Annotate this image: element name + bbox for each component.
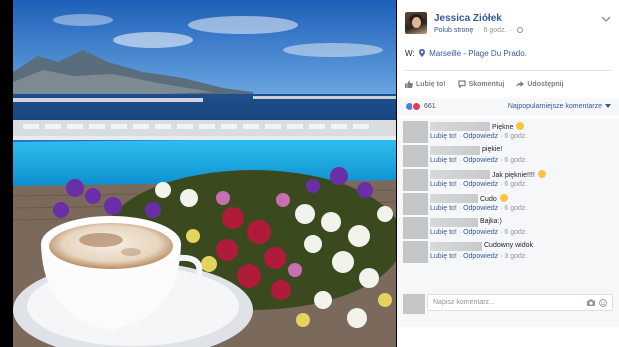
- comment-icon: [457, 80, 466, 88]
- comment-like-link[interactable]: Lubię to!: [430, 253, 457, 260]
- comment-actions: Lubię to! · Odpowiedz · 3 godz.: [430, 253, 528, 260]
- comment-like-link[interactable]: Lubię to!: [430, 229, 457, 236]
- comment-reply-link[interactable]: Odpowiedz: [463, 133, 498, 140]
- heart-eyes-emoji: [499, 194, 508, 202]
- comment-text: Bajka:): [480, 218, 502, 225]
- comment-time[interactable]: 6 godz.: [504, 133, 527, 140]
- comment-actions: Lubię to! · Odpowiedz · 6 godz.: [430, 229, 528, 236]
- author-avatar[interactable]: [405, 12, 427, 34]
- comment-text: Cudowny widok: [484, 242, 534, 249]
- comment-reply-link[interactable]: Odpowiedz: [463, 229, 498, 236]
- post-meta: Polub stronę · 6 godz. ·: [434, 27, 523, 34]
- post-actions: Lubię to! Skomentuj Udostępnij: [405, 77, 611, 91]
- comment-like-link[interactable]: Lubię to!: [430, 181, 457, 188]
- comment-text: piękie!: [482, 146, 503, 153]
- comment-like-link[interactable]: Lubię to!: [430, 157, 457, 164]
- comment-time[interactable]: 6 godz.: [504, 157, 527, 164]
- comment-text: Piękne: [492, 122, 525, 131]
- author-name[interactable]: Jessica Ziółek: [434, 13, 502, 24]
- chevron-down-icon[interactable]: [601, 15, 611, 23]
- commenter-name-redacted[interactable]: [430, 218, 478, 227]
- location-pin-icon: [418, 49, 425, 57]
- photo-marseille-pool-coffee: [13, 0, 396, 347]
- current-user-avatar: [403, 294, 425, 314]
- commenter-avatar[interactable]: [403, 145, 428, 167]
- reaction-count: 661: [424, 103, 436, 110]
- commenter-name-redacted[interactable]: [430, 194, 478, 203]
- comment-actions: Lubię to! · Odpowiedz · 6 godz.: [430, 205, 528, 212]
- comment-time[interactable]: 6 godz.: [504, 181, 527, 188]
- comment-item: Piękne Lubię to! · Odpowiedz · 6 godz.: [397, 119, 619, 143]
- commenter-avatar[interactable]: [403, 121, 428, 143]
- divider: [405, 70, 611, 71]
- comment-item: piękie! Lubię to! · Odpowiedz · 6 godz.: [397, 143, 619, 167]
- love-reaction-icon: [412, 102, 421, 111]
- wink-emoji: [537, 170, 546, 178]
- commenter-avatar[interactable]: [403, 169, 428, 191]
- comment-placeholder: Napisz komentarz...: [433, 299, 495, 306]
- comment-reply-link[interactable]: Odpowiedz: [463, 205, 498, 212]
- post-time[interactable]: 6 godz.: [484, 27, 507, 34]
- comment-actions: Lubię to! · Odpowiedz · 6 godz.: [430, 133, 528, 140]
- comment-like-link[interactable]: Lubię to!: [430, 133, 457, 140]
- comment-time[interactable]: 6 godz.: [504, 229, 527, 236]
- globe-icon: [516, 27, 523, 33]
- comment-item: Bajka:) Lubię to! · Odpowiedz · 6 godz.: [397, 215, 619, 239]
- commenter-name-redacted[interactable]: [430, 242, 482, 251]
- comment-item: Cudo Lubię to! · Odpowiedz · 6 godz.: [397, 191, 619, 215]
- commenter-name-redacted[interactable]: [430, 170, 490, 179]
- commenter-avatar[interactable]: [403, 217, 428, 239]
- smile-emoji: [516, 122, 525, 130]
- like-page-link[interactable]: Polub stronę: [434, 27, 473, 34]
- smiley-icon[interactable]: [599, 299, 607, 307]
- comment-sort-dropdown[interactable]: Najpopularniejsze komentarze: [508, 103, 611, 110]
- post-header: Jessica Ziółek Polub stronę · 6 godz. ·: [405, 12, 611, 42]
- commenter-avatar[interactable]: [403, 193, 428, 215]
- location-prefix: W:: [405, 49, 415, 58]
- commenter-name-redacted[interactable]: [430, 146, 480, 155]
- comment-item: Cudowny widok Lubię to! · Odpowiedz · 3 …: [397, 239, 619, 263]
- share-button[interactable]: Udostępnij: [516, 77, 564, 91]
- like-button[interactable]: Lubię to!: [405, 77, 446, 91]
- comment-time[interactable]: 6 godz.: [504, 205, 527, 212]
- comment-button[interactable]: Skomentuj: [457, 77, 504, 91]
- post-photo[interactable]: [13, 0, 396, 347]
- comment-time[interactable]: 3 godz.: [504, 253, 527, 260]
- comment-reply-link[interactable]: Odpowiedz: [463, 181, 498, 188]
- comment-actions: Lubię to! · Odpowiedz · 6 godz.: [430, 181, 528, 188]
- location-link[interactable]: Marseille - Plage Du Prado.: [429, 49, 527, 58]
- comment-reply-link[interactable]: Odpowiedz: [463, 253, 498, 260]
- camera-icon[interactable]: [587, 299, 595, 306]
- comment-like-link[interactable]: Lubię to!: [430, 205, 457, 212]
- thumb-up-icon: [405, 80, 413, 88]
- share-icon: [516, 81, 525, 87]
- comment-actions: Lubię to! · Odpowiedz · 6 godz.: [430, 157, 528, 164]
- comment-text: Jak pięknie!!!!: [492, 170, 546, 179]
- comment-text: Cudo: [480, 194, 508, 203]
- comment-reply-link[interactable]: Odpowiedz: [463, 157, 498, 164]
- reactions-summary[interactable]: 661: [405, 102, 436, 111]
- post-side-panel: Jessica Ziółek Polub stronę · 6 godz. · …: [397, 0, 619, 347]
- comment-input[interactable]: Napisz komentarz...: [427, 294, 613, 311]
- comment-item: Jak pięknie!!!! Lubię to! · Odpowiedz · …: [397, 167, 619, 191]
- commenter-avatar[interactable]: [403, 241, 428, 263]
- reactions-bar: 661 Najpopularniejsze komentarze: [397, 98, 619, 115]
- post-location: W: Marseille - Plage Du Prado.: [405, 49, 527, 58]
- commenter-name-redacted[interactable]: [430, 122, 490, 131]
